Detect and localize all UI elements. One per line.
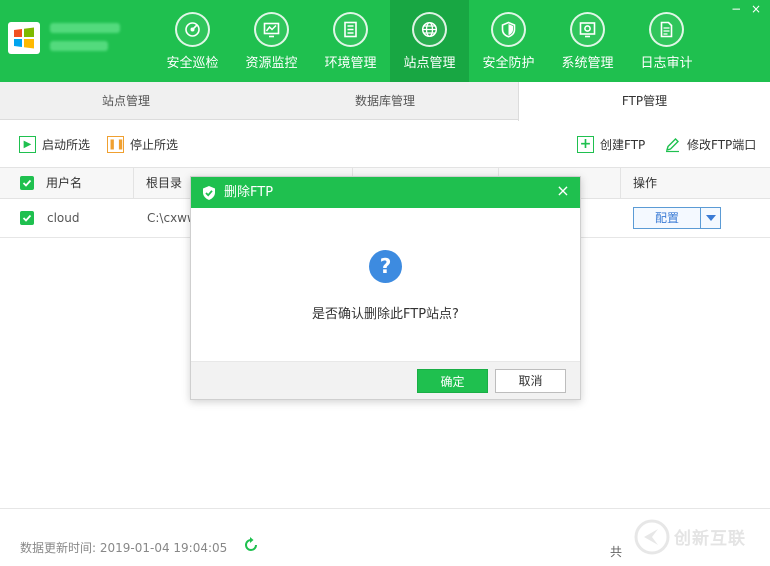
shield-icon (491, 12, 526, 47)
watermark-icon (634, 519, 670, 555)
header-action: 操作 (633, 176, 658, 190)
config-button[interactable]: 配置 (634, 208, 700, 228)
nav-label: 站点管理 (403, 56, 456, 71)
stop-selected-button[interactable]: ❚❚ 停止所选 (107, 135, 178, 155)
refresh-icon[interactable] (242, 536, 260, 554)
header-username: 用户名 (46, 176, 83, 190)
dialog-footer: 确定 取消 (191, 361, 580, 399)
nav-environment-management[interactable]: 环境管理 (311, 0, 390, 82)
app-header: 安全巡检 资源监控 环境管理 站点管理 安全防护 系统管理 日志审计 − × (0, 0, 770, 82)
dialog-message: 是否确认删除此FTP站点? (312, 307, 459, 322)
nav-label: 安全防护 (482, 56, 535, 71)
brand-name-blurred (50, 20, 120, 51)
select-all-checkbox[interactable] (20, 176, 34, 190)
nav-security-protection[interactable]: 安全防护 (469, 0, 548, 82)
nav-label: 安全巡检 (166, 56, 219, 71)
gear-icon (570, 12, 605, 47)
config-split-button[interactable]: 配置 (633, 207, 721, 229)
minimize-button[interactable]: − (728, 2, 744, 16)
cancel-button[interactable]: 取消 (495, 369, 566, 393)
start-selected-button[interactable]: ▶ 启动所选 (19, 135, 90, 155)
total-count-text: 共 (610, 545, 623, 559)
delete-ftp-dialog: 删除FTP × ? 是否确认删除此FTP站点? 确定 取消 (190, 176, 581, 400)
shield-check-icon (203, 186, 215, 200)
plus-icon: + (577, 136, 594, 153)
tab-site-management[interactable]: 站点管理 (0, 82, 252, 120)
modify-ftp-port-button[interactable]: 修改FTP端口 (663, 135, 756, 155)
close-window-button[interactable]: × (748, 2, 764, 16)
dialog-close-button[interactable]: × (554, 182, 572, 200)
globe-icon (412, 12, 447, 47)
update-time-text: 数据更新时间: 2019-01-04 19:04:05 (20, 541, 228, 555)
header-username-cell: 用户名 (0, 168, 134, 198)
stop-selected-label: 停止所选 (130, 138, 179, 152)
create-ftp-label: 创建FTP (600, 138, 646, 152)
sub-tab-bar: 站点管理 数据库管理 FTP管理 (0, 82, 770, 121)
tab-database-management[interactable]: 数据库管理 (252, 82, 518, 120)
watermark-text: 创新互联 (674, 529, 746, 549)
modify-ftp-port-label: 修改FTP端口 (687, 138, 757, 152)
ftp-toolbar: ▶ 启动所选 ❚❚ 停止所选 + 创建FTP 修改FTP端口 (0, 121, 770, 167)
nav-resource-monitor[interactable]: 资源监控 (232, 0, 311, 82)
watermark-logo: 创新互联 (630, 514, 766, 560)
windows-logo-icon (8, 22, 40, 54)
confirm-button[interactable]: 确定 (417, 369, 488, 393)
nav-label: 系统管理 (561, 56, 614, 71)
monitor-chart-icon (254, 12, 289, 47)
dialog-title: 删除FTP (224, 185, 274, 200)
start-selected-label: 启动所选 (42, 138, 91, 152)
create-ftp-button[interactable]: + 创建FTP (577, 135, 645, 155)
tab-ftp-management[interactable]: FTP管理 (518, 82, 770, 121)
nav-system-management[interactable]: 系统管理 (548, 0, 627, 82)
radar-scan-icon (175, 12, 210, 47)
nav-log-audit[interactable]: 日志审计 (627, 0, 706, 82)
question-icon: ? (369, 250, 402, 283)
nav-label: 日志审计 (640, 56, 693, 71)
nav-safety-inspection[interactable]: 安全巡检 (153, 0, 232, 82)
dialog-title-bar: 删除FTP × (191, 177, 580, 208)
pause-icon: ❚❚ (107, 136, 125, 153)
row-checkbox[interactable] (20, 211, 34, 225)
nav-label: 资源监控 (245, 56, 298, 71)
nav-label: 环境管理 (324, 56, 377, 71)
play-icon: ▶ (19, 136, 36, 153)
cell-username: cloud (47, 211, 80, 225)
document-icon (649, 12, 684, 47)
nav-site-management[interactable]: 站点管理 (390, 0, 469, 82)
window-controls: − × (728, 2, 764, 16)
server-building-icon (333, 12, 368, 47)
chevron-down-icon[interactable] (700, 208, 720, 228)
edit-pencil-icon (663, 136, 681, 153)
